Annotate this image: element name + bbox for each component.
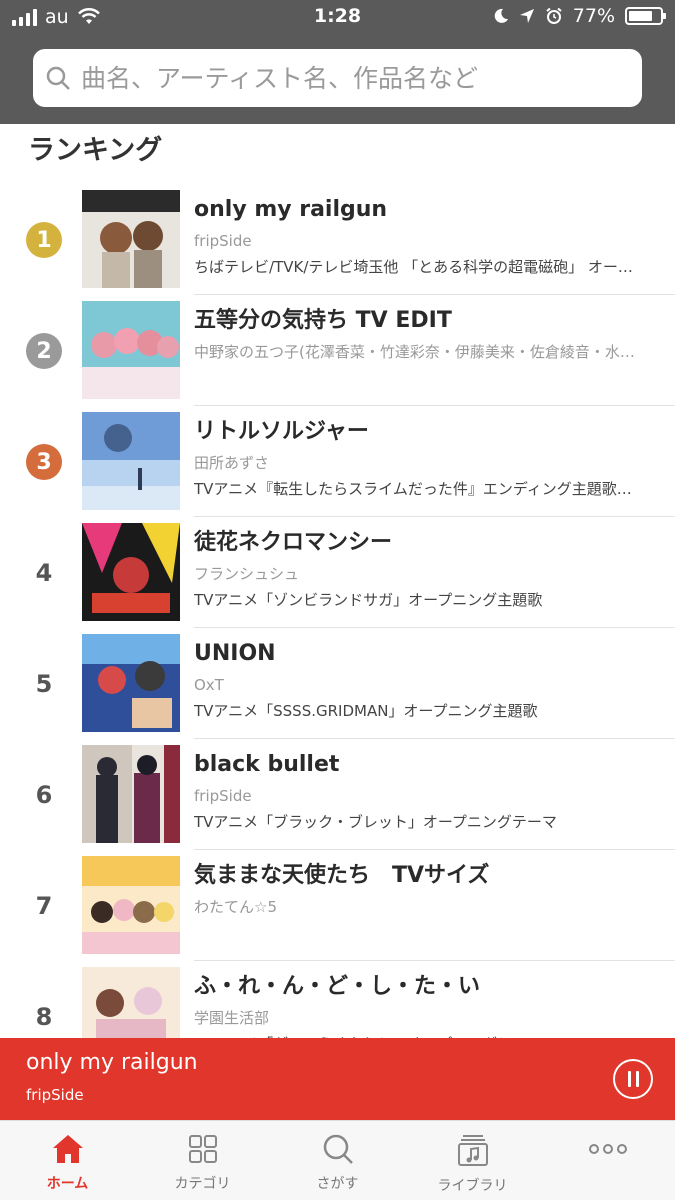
search-icon (323, 1134, 353, 1164)
tab-search[interactable]: さがす (270, 1121, 405, 1200)
rank-number: 6 (35, 781, 53, 809)
track-title: only my railgun (194, 197, 388, 222)
ranking-row[interactable]: 6 black bullet fripSide TVアニメ「ブラック・ブレット」… (0, 739, 675, 850)
album-art (82, 634, 180, 732)
rank-badge-silver: 2 (26, 333, 62, 369)
track-artist: OxT (194, 676, 224, 694)
pause-icon (627, 1071, 631, 1087)
tab-label: ホーム (46, 1176, 89, 1192)
track-info: リトルソルジャー 田所あずさ TVアニメ『転生したらスライムだった件』エンディン… (194, 416, 654, 500)
ranking-row[interactable]: 1 only my railgun fripSide ちばテレビ/TVK/テレビ… (0, 184, 675, 295)
tab-category[interactable]: カテゴリ (135, 1121, 270, 1200)
rank-number: 5 (35, 670, 53, 698)
track-title: ふ・れ・ん・ど・し・た・い (194, 974, 481, 999)
rank-badge-bronze: 3 (26, 444, 62, 480)
track-info: black bullet fripSide TVアニメ「ブラック・ブレット」オー… (194, 749, 654, 833)
tab-label: ライブラリ (437, 1178, 508, 1194)
tab-home[interactable]: ホーム (0, 1121, 135, 1200)
ranking-list: 1 only my railgun fripSide ちばテレビ/TVK/テレビ… (0, 184, 675, 1072)
album-art (82, 745, 180, 843)
pause-button[interactable] (613, 1059, 653, 1099)
track-description: ちばテレビ/TVK/テレビ埼玉他 「とある科学の超電磁砲」 オー… (194, 258, 633, 276)
tab-more[interactable] (540, 1121, 675, 1200)
track-description (194, 367, 654, 389)
track-artist: 学園生活部 (194, 1009, 270, 1027)
tab-label: カテゴリ (174, 1176, 231, 1192)
search-input[interactable] (81, 63, 621, 93)
battery-percent: 77% (572, 5, 615, 27)
track-description: TVアニメ「ブラック・ブレット」オープニングテーマ (194, 813, 557, 831)
album-art (82, 856, 180, 954)
search-icon (46, 66, 70, 90)
album-art (82, 523, 180, 621)
moon-icon (494, 8, 508, 23)
album-art (82, 190, 180, 288)
album-art (82, 412, 180, 510)
rank-badge-gold: 1 (26, 222, 62, 258)
track-artist: fripSide (194, 787, 252, 805)
track-description: TVアニメ「ゾンビランドサガ」オープニング主題歌 (194, 591, 543, 609)
track-description (194, 922, 654, 944)
track-title: 気ままな天使たち TVサイズ (194, 863, 490, 888)
track-title: UNION (194, 641, 276, 666)
section-title-ranking: ランキング (28, 135, 163, 166)
ranking-row[interactable]: 7 気ままな天使たち TVサイズ わたてん☆5 (0, 850, 675, 961)
track-description: TVアニメ『転生したらスライムだった件』エンディング主題歌… (194, 480, 632, 498)
ranking-row[interactable]: 5 UNION OxT TVアニメ「SSSS.GRIDMAN」オープニング主題歌 (0, 628, 675, 739)
track-info: only my railgun fripSide ちばテレビ/TVK/テレビ埼玉… (194, 194, 654, 278)
track-artist: わたてん☆5 (194, 898, 277, 916)
grid-icon (188, 1135, 217, 1163)
status-right: 77% (493, 5, 666, 27)
more-icon (588, 1144, 627, 1154)
ranking-row[interactable]: 3 リトルソルジャー 田所あずさ TVアニメ『転生したらスライムだった件』エンデ… (0, 406, 675, 517)
now-playing-bar[interactable]: only my railgun fripSide (0, 1038, 675, 1120)
alarm-icon (546, 7, 562, 24)
tab-label: さがす (316, 1176, 359, 1192)
track-info: 五等分の気持ち TV EDIT 中野家の五つ子(花澤香菜・竹達彩奈・伊藤美来・佐… (194, 305, 654, 389)
search-bar[interactable] (33, 49, 642, 107)
track-artist: 田所あずさ (194, 454, 270, 472)
ranking-row[interactable]: 4 徒花ネクロマンシー フランシュシュ TVアニメ「ゾンビランドサガ」オープニン… (0, 517, 675, 628)
track-artist: 中野家の五つ子(花澤香菜・竹達彩奈・伊藤美来・佐倉綾音・水… (194, 343, 635, 361)
rank-number: 8 (35, 1003, 53, 1031)
rank-number: 4 (35, 559, 53, 587)
now-playing-title: only my railgun (26, 1050, 198, 1075)
library-icon (457, 1135, 488, 1166)
track-info: 気ままな天使たち TVサイズ わたてん☆5 (194, 860, 654, 944)
album-art (82, 301, 180, 399)
header: au 1:28 77% (0, 0, 675, 124)
battery-icon (625, 7, 666, 25)
location-icon (519, 9, 534, 23)
rank-number: 7 (35, 892, 53, 920)
track-title: リトルソルジャー (194, 419, 369, 444)
home-icon (52, 1135, 83, 1163)
track-title: 徒花ネクロマンシー (194, 530, 393, 555)
track-info: 徒花ネクロマンシー フランシュシュ TVアニメ「ゾンビランドサガ」オープニング主… (194, 527, 654, 611)
track-info: UNION OxT TVアニメ「SSSS.GRIDMAN」オープニング主題歌 (194, 638, 654, 722)
track-artist: フランシュシュ (194, 565, 300, 583)
tab-bar: ホーム カテゴリ さがす ライブラリ (0, 1120, 675, 1200)
now-playing-artist: fripSide (26, 1086, 84, 1104)
track-artist: fripSide (194, 232, 252, 250)
status-bar: au 1:28 77% (0, 0, 675, 36)
track-title: black bullet (194, 752, 340, 777)
tab-library[interactable]: ライブラリ (405, 1121, 540, 1200)
track-description: TVアニメ「SSSS.GRIDMAN」オープニング主題歌 (194, 702, 538, 720)
track-title: 五等分の気持ち TV EDIT (194, 308, 452, 333)
ranking-row[interactable]: 2 五等分の気持ち TV EDIT 中野家の五つ子(花澤香菜・竹達彩奈・伊藤美来… (0, 295, 675, 406)
